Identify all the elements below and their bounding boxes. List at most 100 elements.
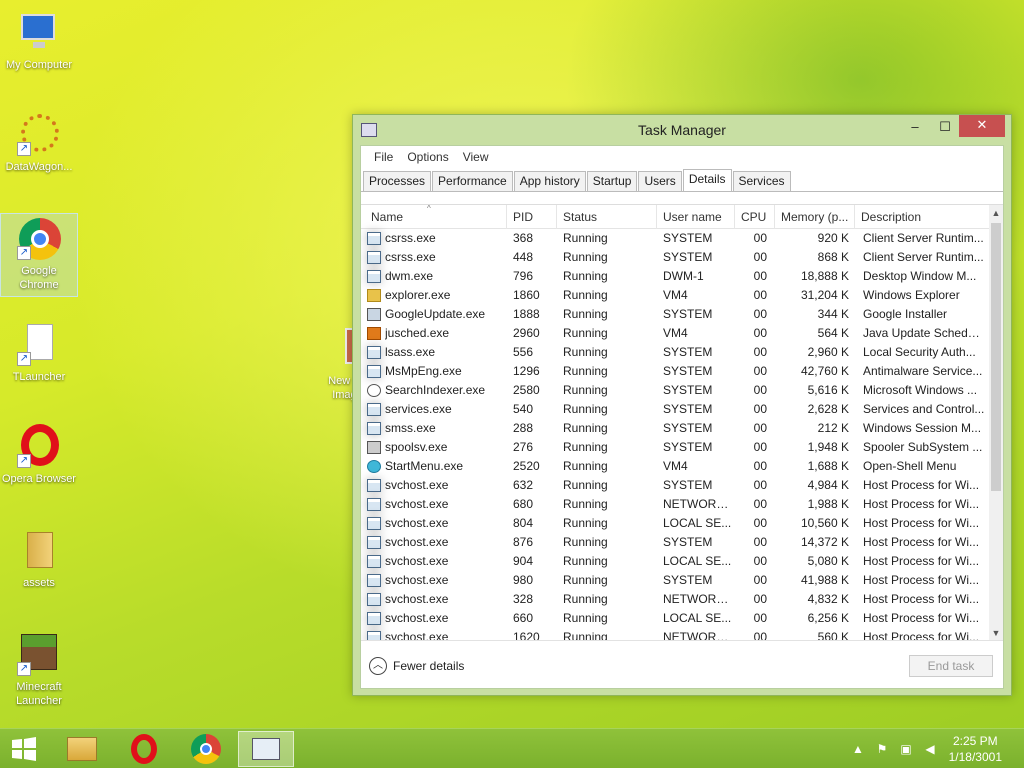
table-row[interactable]: svchost.exe 680 Running NETWORK... 00 1,988 K… [361, 495, 989, 514]
table-row[interactable]: svchost.exe 1620 Running NETWORK... 00 560 K H… [361, 628, 989, 640]
table-row[interactable]: svchost.exe 904 Running LOCAL SE... 00 5,080 … [361, 552, 989, 571]
cell-name: svchost.exe [385, 592, 449, 606]
column-header-name[interactable]: Name ^ [361, 205, 507, 229]
folder-icon [17, 528, 61, 572]
fewer-details-label: Fewer details [393, 659, 465, 673]
table-row[interactable]: svchost.exe 632 Running SYSTEM 00 4,984 K Host… [361, 476, 989, 495]
cell-cpu: 00 [753, 497, 767, 511]
taskbar-opera[interactable] [116, 731, 172, 767]
tab-users[interactable]: Users [638, 171, 682, 192]
table-row[interactable]: jusched.exe 2960 Running VM4 00 564 K Java Upd… [361, 324, 989, 343]
desktop-icon-datawagon[interactable]: ↗ DataWagon... [0, 112, 78, 174]
cell-user: NETWORK... [663, 630, 733, 640]
start-button[interactable] [0, 731, 48, 767]
desktop-icon-minecraft-launcher[interactable]: ↗ Minecraft Launcher [0, 632, 78, 708]
title-bar[interactable]: Task Manager – ☐ ✕ [353, 115, 1011, 145]
scrollbar-thumb[interactable] [991, 223, 1001, 491]
desktop-icon-my-computer[interactable]: My Computer [0, 10, 78, 72]
process-window-icon [367, 232, 381, 245]
table-row[interactable]: svchost.exe 804 Running LOCAL SE... 00 10,560… [361, 514, 989, 533]
cell-mem: 18,888 K [800, 269, 849, 283]
taskbar-task-manager[interactable] [238, 731, 294, 767]
desktop-icon-assets[interactable]: assets [0, 528, 78, 590]
table-row[interactable]: svchost.exe 980 Running SYSTEM 00 41,988 K Hos… [361, 571, 989, 590]
cell-status: Running [563, 554, 608, 568]
network-icon[interactable]: ▣ [898, 741, 914, 757]
close-button[interactable]: ✕ [959, 115, 1005, 137]
cell-mem: 920 K [817, 231, 849, 245]
cell-desc: Host Process for Wi... [863, 516, 980, 530]
column-header-cpu[interactable]: CPU [735, 205, 775, 229]
table-row[interactable]: GoogleUpdate.exe 1888 Running SYSTEM 00 344 K… [361, 305, 989, 324]
cell-user: DWM-1 [663, 269, 704, 283]
cell-name: explorer.exe [385, 288, 451, 302]
chevron-up-icon: ︿ [369, 657, 387, 675]
task-manager-window[interactable]: Task Manager – ☐ ✕ File Options View Pro… [352, 114, 1012, 696]
table-row[interactable]: smss.exe 288 Running SYSTEM 00 212 K Windows S… [361, 419, 989, 438]
opera-icon: ↗ [17, 424, 61, 468]
cell-status: Running [563, 288, 608, 302]
cell-cpu: 00 [753, 250, 767, 264]
cell-mem: 560 K [817, 630, 849, 640]
cell-desc: Host Process for Wi... [863, 497, 980, 511]
system-clock[interactable]: 2:25 PM 1/18/3001 [949, 733, 1002, 765]
cell-mem: 5,080 K [807, 554, 849, 568]
end-task-button[interactable]: End task [909, 655, 993, 677]
table-row[interactable]: csrss.exe 368 Running SYSTEM 00 920 K Client S… [361, 229, 989, 248]
show-hidden-icons-chevron-icon[interactable]: ▲ [850, 741, 866, 757]
cell-desc: Host Process for Wi... [863, 592, 980, 606]
column-header-description[interactable]: Description [855, 205, 989, 229]
scroll-down-arrow-icon[interactable]: ▼ [989, 625, 1003, 640]
cell-pid: 660 [513, 611, 534, 625]
fewer-details-button[interactable]: ︿ Fewer details [369, 657, 464, 675]
cell-mem: 5,616 K [807, 383, 849, 397]
table-row[interactable]: dwm.exe 796 Running DWM-1 00 18,888 K Desktop … [361, 267, 989, 286]
column-header-memory[interactable]: Memory (p... [775, 205, 855, 229]
action-center-flag-icon[interactable]: ⚑ [874, 741, 890, 757]
desktop-icon-opera-browser[interactable]: ↗ Opera Browser [0, 424, 78, 486]
maximize-button[interactable]: ☐ [931, 117, 959, 137]
column-header-status[interactable]: Status [557, 205, 657, 229]
minimize-button[interactable]: – [901, 117, 929, 137]
taskbar-chrome[interactable] [178, 731, 234, 767]
cell-desc: Client Server Runtim... [863, 250, 984, 264]
taskbar-file-explorer[interactable] [54, 731, 110, 767]
table-row[interactable]: svchost.exe 876 Running SYSTEM 00 14,372 K Hos… [361, 533, 989, 552]
table-row[interactable]: services.exe 540 Running SYSTEM 00 2,628 K Ser… [361, 400, 989, 419]
cell-cpu: 00 [753, 459, 767, 473]
opera-icon [131, 734, 157, 764]
table-row[interactable]: csrss.exe 448 Running SYSTEM 00 868 K Client S… [361, 248, 989, 267]
cell-desc: Windows Session M... [863, 421, 982, 435]
tab-performance[interactable]: Performance [432, 171, 513, 192]
column-header-user-name[interactable]: User name [657, 205, 735, 229]
table-row[interactable]: lsass.exe 556 Running SYSTEM 00 2,960 K Local … [361, 343, 989, 362]
process-folder-icon [367, 289, 381, 302]
vertical-scrollbar[interactable]: ▲ ▼ [989, 205, 1003, 640]
desktop-icon-tlauncher[interactable]: ↗ TLauncher [0, 322, 78, 384]
menu-file[interactable]: File [367, 150, 400, 164]
desktop-icon-google-chrome[interactable]: ↗ Google Chrome [0, 213, 78, 297]
table-row[interactable]: svchost.exe 328 Running NETWORK... 00 4,832 K… [361, 590, 989, 609]
cell-name: services.exe [385, 402, 452, 416]
cell-name: svchost.exe [385, 516, 449, 530]
table-row[interactable]: svchost.exe 660 Running LOCAL SE... 00 6,256 … [361, 609, 989, 628]
cell-desc: Antimalware Service... [863, 364, 983, 378]
tab-details[interactable]: Details [682, 169, 732, 192]
tab-startup[interactable]: Startup [586, 171, 638, 192]
table-row[interactable]: StartMenu.exe 2520 Running VM4 00 1,688 K Open… [361, 457, 989, 476]
table-row[interactable]: SearchIndexer.exe 2580 Running SYSTEM 00 5,61… [361, 381, 989, 400]
volume-muted-icon[interactable]: ◀ [922, 741, 938, 757]
menu-options[interactable]: Options [400, 150, 455, 164]
cell-pid: 448 [513, 250, 534, 264]
tab-processes[interactable]: Processes [363, 171, 432, 192]
column-header-pid[interactable]: PID [507, 205, 557, 229]
table-row[interactable]: MsMpEng.exe 1296 Running SYSTEM 00 42,760 K An… [361, 362, 989, 381]
scroll-up-arrow-icon[interactable]: ▲ [989, 205, 1003, 221]
cell-mem: 31,204 K [800, 288, 849, 302]
tab-app-history[interactable]: App history [513, 171, 586, 192]
tab-services[interactable]: Services [732, 171, 791, 192]
table-row[interactable]: spoolsv.exe 276 Running SYSTEM 00 1,948 K Spoo… [361, 438, 989, 457]
menu-view[interactable]: View [456, 150, 496, 164]
tab-strip: Processes Performance App history Startu… [363, 169, 792, 192]
table-row[interactable]: explorer.exe 1860 Running VM4 00 31,204 K Wind… [361, 286, 989, 305]
